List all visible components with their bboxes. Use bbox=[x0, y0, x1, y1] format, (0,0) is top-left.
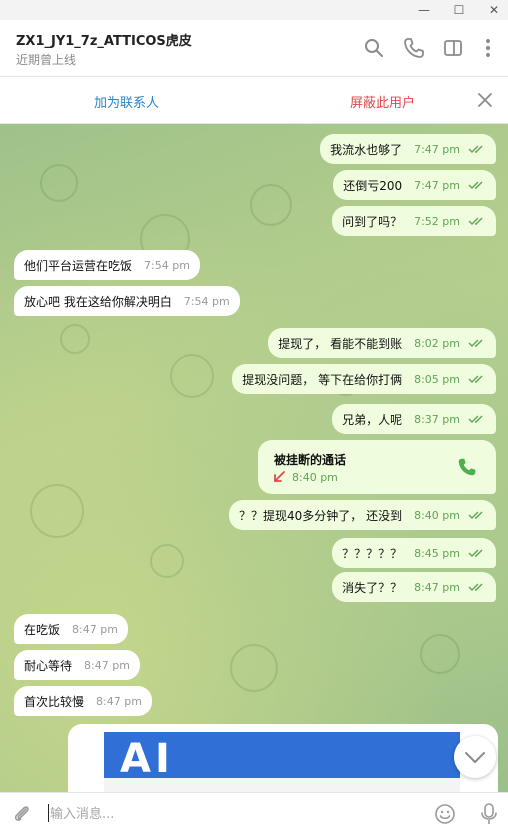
double-check-icon bbox=[468, 415, 483, 423]
paperclip-icon[interactable] bbox=[11, 803, 33, 825]
message-text: 首次比较慢 bbox=[24, 694, 85, 709]
chat-status: 近期曾上线 bbox=[16, 53, 77, 67]
wallpaper-doodle bbox=[30, 484, 84, 538]
phone-icon[interactable] bbox=[456, 456, 478, 478]
message-text: ？？提现40多分钟了， 还没到 bbox=[239, 508, 403, 523]
message-bubble-incoming[interactable]: 在吃饭 8:47 pm bbox=[14, 614, 128, 644]
message-text: 提现没问题， 等下在给你打俩 bbox=[242, 372, 403, 387]
message-time: 8:47 pm bbox=[96, 694, 142, 708]
message-input-bar bbox=[0, 792, 508, 834]
double-check-icon bbox=[468, 217, 483, 225]
message-time: 8:02 pm bbox=[414, 336, 460, 350]
message-time: 8:45 pm bbox=[414, 546, 460, 560]
message-time: 8:47 pm bbox=[72, 622, 118, 636]
double-check-icon bbox=[468, 549, 483, 557]
message-time: 7:52 pm bbox=[414, 214, 460, 228]
chat-header[interactable]: ZX1_JY1_7z_ATTICOS虎皮 近期曾上线 bbox=[0, 20, 508, 77]
message-bubble-outgoing[interactable]: 还倒亏200 7:47 pm bbox=[333, 170, 496, 200]
message-text: 他们平台运营在吃饭 bbox=[24, 258, 133, 273]
message-text: 问到了吗？ bbox=[342, 214, 403, 229]
emoji-icon[interactable] bbox=[434, 803, 456, 825]
missed-call-arrow-icon bbox=[274, 471, 285, 482]
wallpaper-doodle bbox=[60, 324, 90, 354]
wallpaper-doodle bbox=[170, 354, 214, 398]
double-check-icon bbox=[468, 181, 483, 189]
wallpaper-doodle bbox=[250, 184, 292, 226]
message-bubble-incoming[interactable]: 放心吧 我在这给你解决明白 7:54 pm bbox=[14, 286, 240, 316]
search-icon[interactable] bbox=[362, 36, 386, 60]
message-text: 我流水也够了 bbox=[330, 142, 403, 157]
message-bubble-outgoing[interactable]: 问到了吗？ 7:52 pm bbox=[332, 206, 496, 236]
phone-icon[interactable] bbox=[402, 36, 426, 60]
message-time: 7:47 pm bbox=[414, 178, 460, 192]
message-bubble-outgoing[interactable]: 我流水也够了 7:47 pm bbox=[320, 134, 496, 164]
minimize-button[interactable]: — bbox=[410, 0, 438, 20]
message-time: 7:47 pm bbox=[414, 142, 460, 156]
scroll-down-button[interactable] bbox=[454, 736, 496, 778]
wallpaper-doodle bbox=[420, 634, 460, 674]
missed-call-bubble[interactable]: 被挂断的通话 8:40 pm bbox=[258, 440, 496, 494]
chat-history[interactable]: 我流水也够了 7:47 pm 还倒亏200 7:47 pm 问到了吗？ 7:52… bbox=[0, 124, 508, 792]
message-time: 8:47 pm bbox=[414, 580, 460, 594]
window-titlebar: — ☐ ✕ bbox=[0, 0, 508, 20]
message-time: 8:47 pm bbox=[84, 658, 130, 672]
double-check-icon bbox=[468, 375, 483, 383]
message-text: ？？？？？ bbox=[342, 546, 403, 561]
message-bubble-incoming[interactable]: 他们平台运营在吃饭 7:54 pm bbox=[14, 250, 200, 280]
double-check-icon bbox=[468, 145, 483, 153]
double-check-icon bbox=[468, 583, 483, 591]
message-text: 还倒亏200 bbox=[343, 178, 403, 193]
microphone-icon[interactable] bbox=[478, 802, 500, 826]
call-time: 8:40 pm bbox=[292, 471, 338, 484]
sidebar-toggle-icon[interactable] bbox=[441, 36, 465, 60]
preview-image-text: AI bbox=[120, 736, 174, 782]
message-bubble-outgoing[interactable]: 兄弟，人呢 8:37 pm bbox=[332, 404, 496, 434]
message-text: 提现了， 看能不能到账 bbox=[278, 336, 403, 351]
message-bubble-incoming[interactable]: 耐心等待 8:47 pm bbox=[14, 650, 140, 680]
message-bubble-outgoing[interactable]: 提现了， 看能不能到账 8:02 pm bbox=[268, 328, 496, 358]
more-vertical-icon[interactable] bbox=[476, 36, 500, 60]
block-user-button[interactable]: 屏蔽此用户 bbox=[350, 92, 415, 111]
message-time: 7:54 pm bbox=[144, 258, 190, 272]
close-icon[interactable] bbox=[474, 89, 496, 111]
message-input[interactable] bbox=[48, 801, 412, 827]
message-text: 放心吧 我在这给你解决明白 bbox=[24, 294, 172, 309]
message-bubble-incoming[interactable]: 首次比较慢 8:47 pm bbox=[14, 686, 152, 716]
message-time: 7:54 pm bbox=[183, 294, 230, 308]
message-text: 耐心等待 bbox=[24, 658, 73, 673]
message-bubble-outgoing[interactable]: ？？提现40多分钟了， 还没到 8:40 pm bbox=[229, 500, 496, 530]
add-contact-button[interactable]: 加为联系人 bbox=[94, 92, 159, 111]
double-check-icon bbox=[468, 511, 483, 519]
message-text: 兄弟，人呢 bbox=[342, 412, 403, 427]
close-window-button[interactable]: ✕ bbox=[480, 0, 508, 20]
message-bubble-outgoing[interactable]: 消失了？？ 8:47 pm bbox=[332, 572, 496, 602]
preview-image: AI bbox=[104, 732, 460, 792]
message-bubble-outgoing[interactable]: 提现没问题， 等下在给你打俩 8:05 pm bbox=[232, 364, 496, 394]
message-time: 8:05 pm bbox=[414, 372, 460, 386]
message-text: 消失了？？ bbox=[342, 580, 403, 595]
wallpaper-doodle bbox=[150, 544, 184, 578]
wallpaper-doodle bbox=[40, 164, 78, 202]
image-message-preview[interactable]: AI bbox=[68, 724, 498, 792]
message-text: 在吃饭 bbox=[24, 622, 61, 637]
chat-title: ZX1_JY1_7z_ATTICOS虎皮 bbox=[16, 34, 192, 49]
call-title: 被挂断的通话 bbox=[274, 453, 347, 467]
wallpaper-doodle bbox=[230, 644, 278, 692]
preview-image-strip bbox=[104, 778, 460, 792]
message-bubble-outgoing[interactable]: ？？？？？ 8:45 pm bbox=[332, 538, 496, 568]
contact-action-bar: 加为联系人 屏蔽此用户 bbox=[0, 77, 508, 124]
message-time: 8:37 pm bbox=[414, 412, 460, 426]
message-time: 8:40 pm bbox=[414, 508, 460, 522]
double-check-icon bbox=[468, 339, 483, 347]
maximize-button[interactable]: ☐ bbox=[445, 0, 473, 20]
